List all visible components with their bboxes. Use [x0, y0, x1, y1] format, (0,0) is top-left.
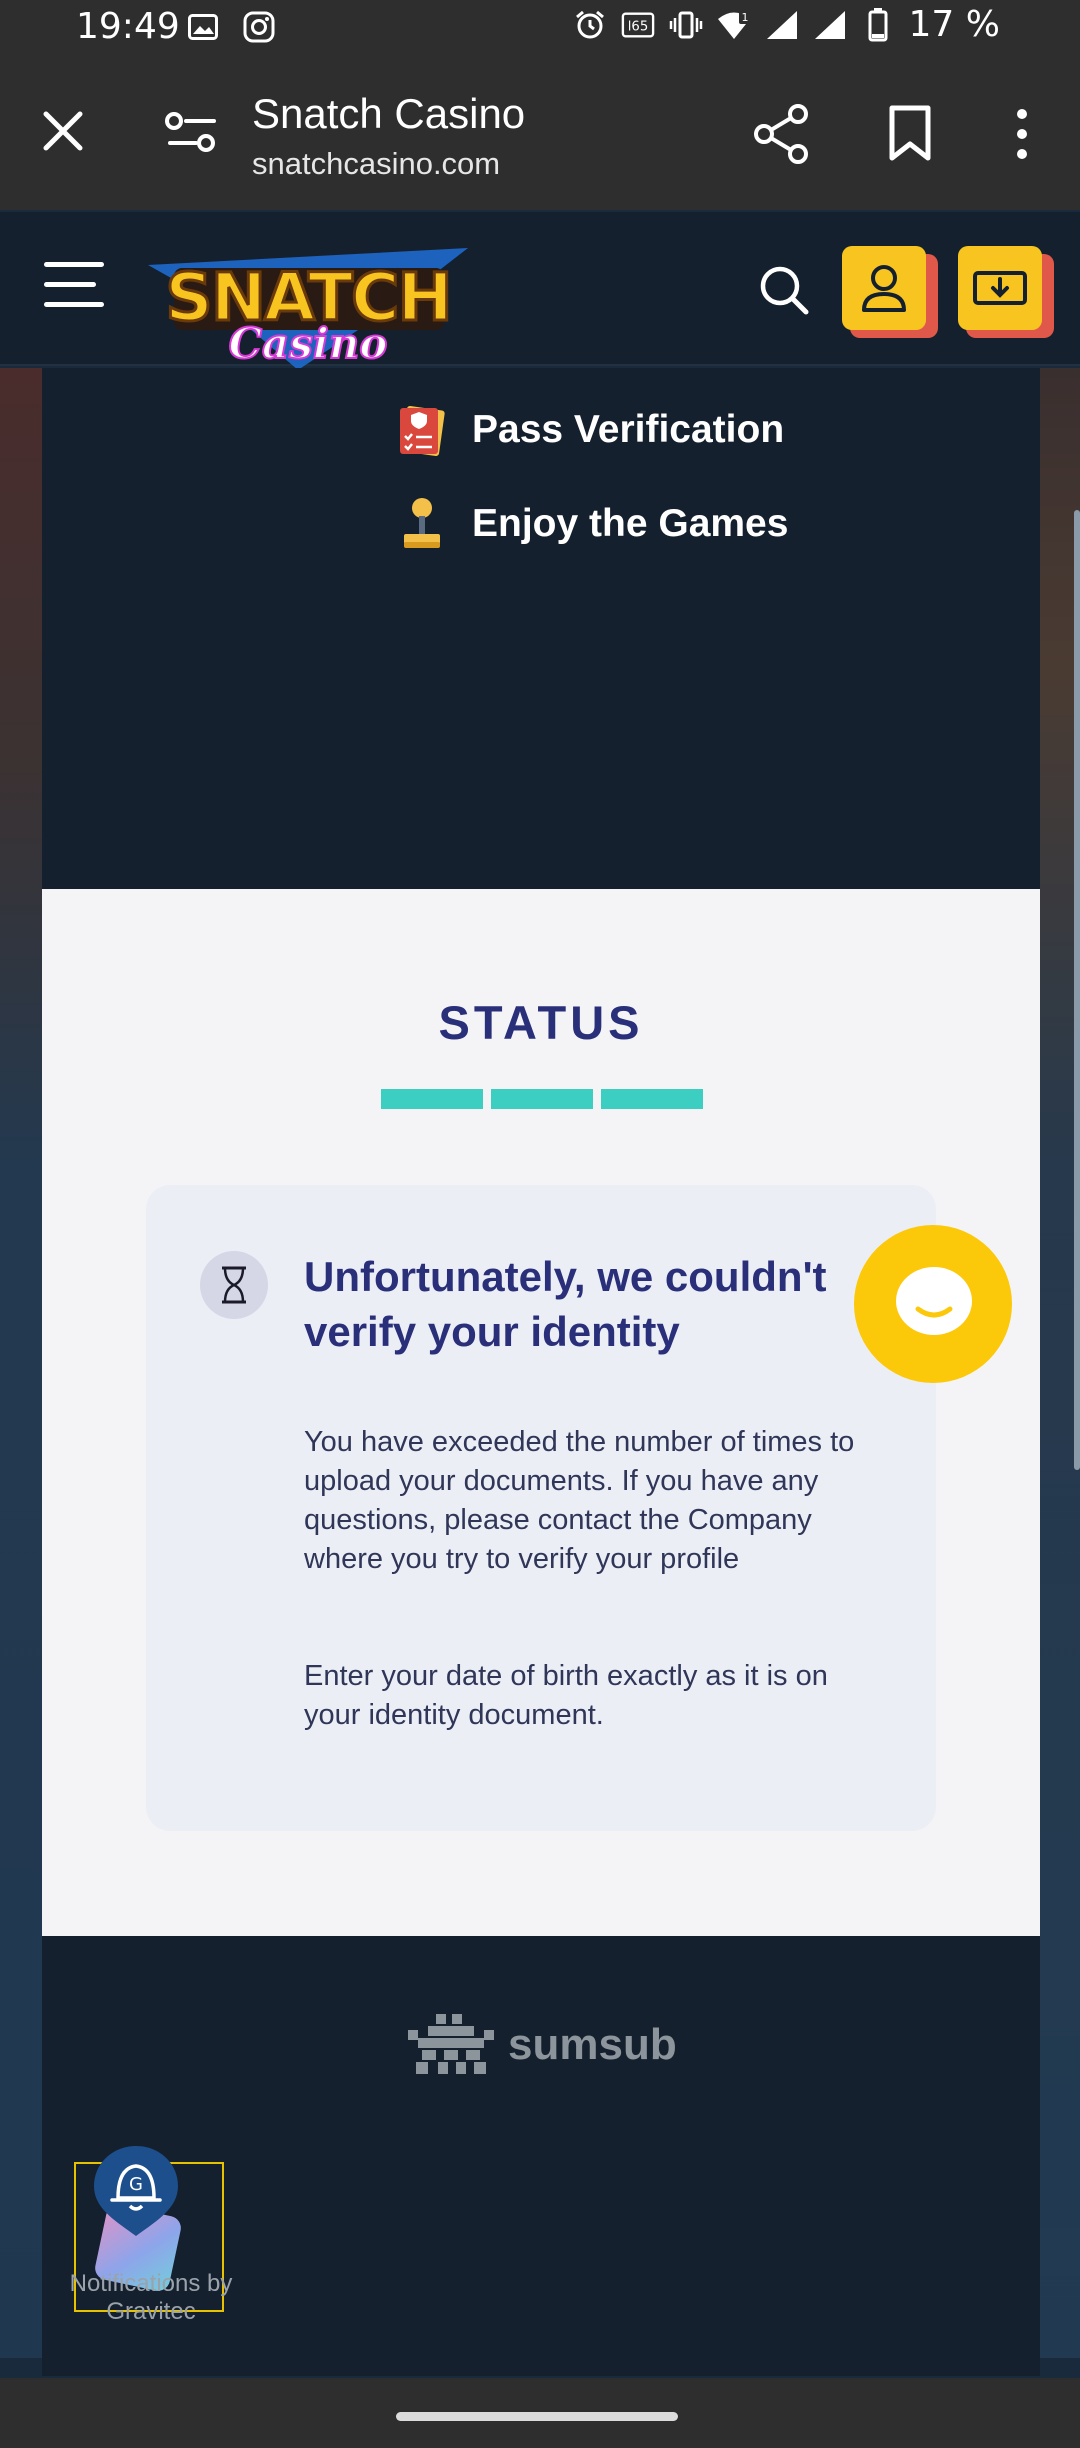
step-enjoy-games: Enjoy the Games: [396, 496, 788, 552]
close-icon: [43, 111, 83, 151]
share-icon: [754, 104, 808, 164]
page-title: Snatch Casino: [252, 90, 526, 137]
search-button[interactable]: [758, 264, 810, 316]
deposit-button[interactable]: [958, 246, 1054, 338]
close-button[interactable]: [36, 104, 90, 158]
sumsub-wordmark: sumsub: [508, 2020, 677, 2069]
notification-widget[interactable]: G Notifications by Gravitec: [70, 2146, 232, 2325]
image-icon: [186, 10, 220, 44]
page-url: snatchcasino.com: [252, 146, 501, 181]
menu-button[interactable]: [44, 262, 104, 312]
svg-text:Casino: Casino: [229, 319, 388, 368]
checklist-icon: [400, 405, 445, 456]
vibrate-icon: [669, 8, 703, 42]
share-button[interactable]: [752, 104, 812, 164]
navigation-bar: [0, 2378, 1080, 2448]
svg-text:l65: l65: [627, 19, 648, 34]
result-title: Unfortunately, we couldn't verify your i…: [304, 1253, 827, 1355]
progress-segment: [601, 1089, 703, 1109]
search-icon: [760, 266, 809, 315]
battery-icon: [861, 7, 895, 42]
status-progress: [381, 1089, 703, 1109]
svg-text:1: 1: [741, 11, 748, 24]
bookmark-button[interactable]: [882, 104, 938, 164]
result-note: Enter your date of birth exactly as it i…: [304, 1660, 828, 1731]
home-gesture-handle[interactable]: [396, 2412, 678, 2421]
signal-icon: [813, 8, 847, 42]
more-vert-icon: [1017, 109, 1027, 159]
more-options-button[interactable]: [1002, 104, 1042, 164]
verification-steps-panel: Pass Verification Enjoy the Games: [42, 368, 1040, 889]
wifi-icon: 1: [717, 8, 751, 42]
hamburger-line: [44, 282, 96, 287]
hourglass-icon: [200, 1251, 268, 1319]
site-settings-button[interactable]: [164, 108, 220, 156]
joystick-icon: [404, 498, 440, 548]
progress-segment: [381, 1089, 483, 1109]
status-left-icons: [186, 10, 276, 44]
instagram-icon: [242, 10, 276, 44]
status-panel: STATUS Unfortunately, we couldn't verify…: [42, 889, 1040, 1936]
tune-icon: [165, 112, 216, 152]
sumsub-logo: sumsub: [408, 2014, 677, 2076]
battery-level: 17 %: [908, 4, 1000, 45]
live-chat-button[interactable]: [854, 1225, 1012, 1383]
chat-icon: [896, 1267, 972, 1335]
notification-bell-icon: G: [94, 2146, 178, 2236]
hamburger-line: [44, 262, 104, 267]
user-icon: [862, 265, 906, 312]
account-button[interactable]: [842, 246, 938, 338]
site-header: SNATCH Casino: [0, 212, 1080, 370]
bookmark-icon: [889, 105, 931, 161]
svg-text:G: G: [129, 2174, 143, 2195]
step-label: Pass Verification: [472, 408, 785, 451]
snatch-casino-logo[interactable]: SNATCH Casino: [148, 230, 468, 370]
sumsub-mark-icon: [408, 2014, 494, 2074]
status-bar: 19:49 l65 1 17 %: [0, 0, 1080, 58]
status-title: STATUS: [438, 996, 644, 1049]
notification-widget-label: Notifications by Gravitec: [69, 2270, 233, 2325]
hd-icon: l65: [621, 8, 655, 42]
step-pass-verification: Pass Verification: [396, 404, 784, 456]
verification-result-card: Unfortunately, we couldn't verify your i…: [146, 1185, 936, 1831]
status-right-icons: l65 1 17 %: [573, 4, 1000, 45]
status-time: 19:49: [76, 6, 180, 47]
browser-toolbar: Snatch Casino snatchcasino.com: [0, 58, 1080, 210]
result-message: You have exceeded the number of times to…: [304, 1426, 855, 1575]
hamburger-line: [44, 302, 104, 307]
signal-icon: [765, 8, 799, 42]
progress-segment: [491, 1089, 593, 1109]
scrollbar[interactable]: [1074, 510, 1080, 1470]
step-label: Enjoy the Games: [472, 502, 789, 545]
alarm-icon: [573, 8, 607, 42]
background-gutter-left: [0, 368, 42, 2358]
wallet-download-icon: [973, 271, 1027, 305]
